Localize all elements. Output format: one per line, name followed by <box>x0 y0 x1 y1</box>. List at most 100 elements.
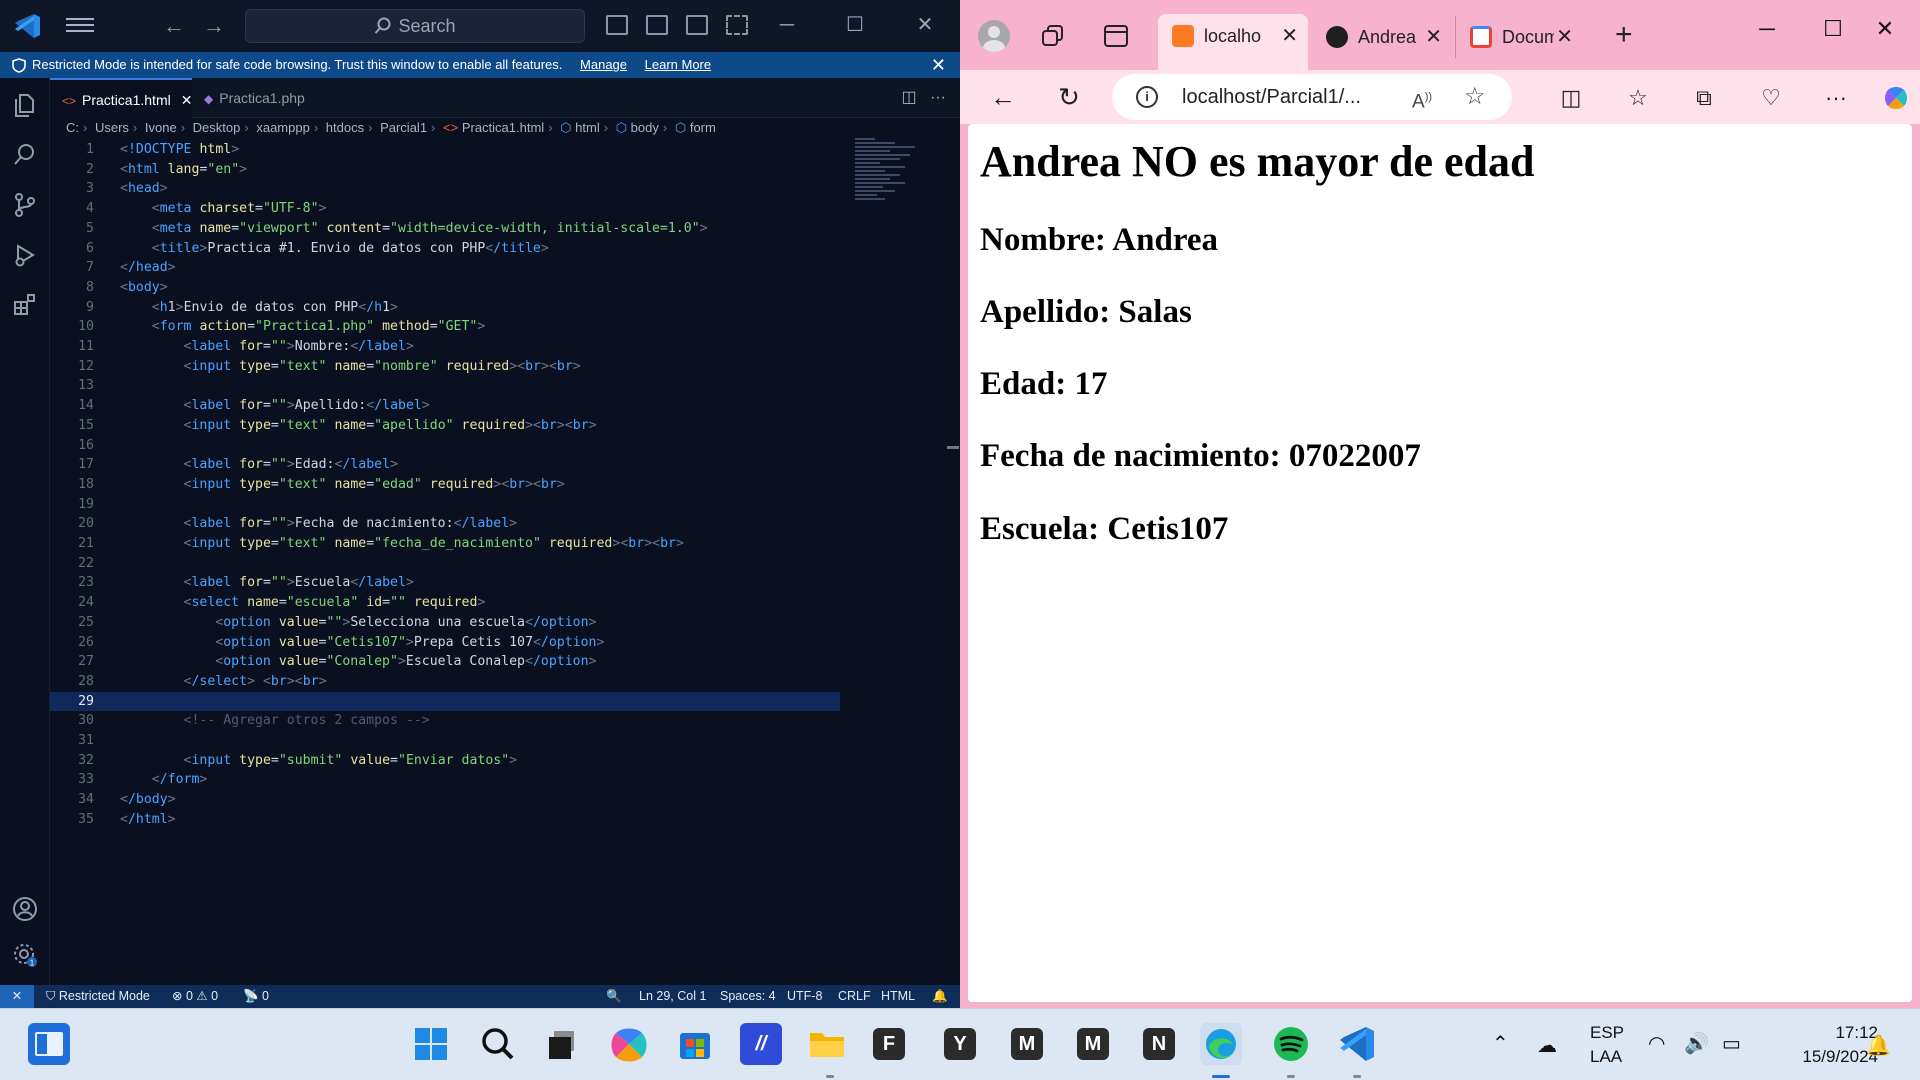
minimize-icon[interactable]: ─ <box>772 10 802 40</box>
maximize-icon[interactable]: ☐ <box>1813 16 1853 42</box>
code-line[interactable]: 29 <box>50 691 840 712</box>
start-windows-icon[interactable] <box>410 1023 452 1065</box>
minimap[interactable] <box>855 138 935 208</box>
learn-more-link[interactable]: Learn More <box>645 57 711 72</box>
settings-gear-icon[interactable]: 1 <box>12 942 38 968</box>
close-tab-icon[interactable]: ✕ <box>1281 14 1298 58</box>
language-indicator-top[interactable]: ESP <box>1590 1023 1624 1043</box>
code-line[interactable]: 31 <box>50 731 850 751</box>
browser-tab-localhost[interactable]: localhost ✕ <box>1158 14 1308 70</box>
clock-date[interactable]: 15/9/2024 <box>1766 1047 1878 1067</box>
favorites-icon[interactable]: ☆ <box>1624 84 1652 112</box>
code-line[interactable]: 23 <label for="">Escuela</label> <box>50 573 850 593</box>
ports-status[interactable]: 📡 0 <box>243 985 269 1008</box>
encoding-status[interactable]: UTF-8 <box>787 985 822 1008</box>
forward-arrow-icon[interactable]: → <box>200 12 228 40</box>
code-line[interactable]: 6 <title>Practica #1. Envio de datos con… <box>50 239 850 259</box>
code-line[interactable]: 4 <meta charset="UTF-8"> <box>50 199 850 219</box>
customize-layout-icon[interactable] <box>726 15 748 35</box>
code-line[interactable]: 2 <html lang="en"> <box>50 160 850 180</box>
breadcrumb-item[interactable]: xaamppp <box>256 120 309 135</box>
code-line[interactable]: 24 <select name="escuela" id="" required… <box>50 593 850 613</box>
collections-icon[interactable]: ⧉ <box>1690 84 1718 112</box>
code-line[interactable]: 34 </body> <box>50 790 850 810</box>
address-bar[interactable]: i localhost/Parcial1/... A)) ☆ <box>1112 74 1512 120</box>
code-line[interactable]: 19 <box>50 495 850 515</box>
code-line[interactable]: 28 </select> <br><br> <box>50 672 850 692</box>
tab-practica1-html[interactable]: <> Practica1.html ✕ <box>50 78 192 118</box>
code-line[interactable]: 8 <body> <box>50 278 850 298</box>
code-line[interactable]: 12 <input type="text" name="nombre" requ… <box>50 357 850 377</box>
code-line[interactable]: 21 <input type="text" name="fecha_de_nac… <box>50 534 850 554</box>
zoom-icon[interactable]: 🔍 <box>606 985 622 1008</box>
onedrive-icon[interactable]: ☁ <box>1537 1033 1557 1058</box>
breadcrumb-item[interactable]: htdocs <box>326 120 364 135</box>
extensions-icon[interactable] <box>12 292 38 318</box>
problems-status[interactable]: ⊗ 0 ⚠ 0 <box>172 985 218 1008</box>
code-line[interactable]: 1 <!DOCTYPE html> <box>50 140 850 160</box>
command-search-input[interactable]: Search <box>245 9 585 43</box>
code-line[interactable]: 13 <box>50 376 850 396</box>
app-n-icon[interactable]: N <box>1143 1028 1175 1060</box>
code-line[interactable]: 26 <option value="Cetis107">Prepa Cetis … <box>50 633 850 653</box>
app-m-icon[interactable]: M <box>1011 1028 1043 1060</box>
toggle-sidebar-icon[interactable] <box>606 15 628 35</box>
code-line[interactable]: 33 </form> <box>50 770 850 790</box>
source-control-icon[interactable] <box>12 192 38 218</box>
site-info-icon[interactable]: i <box>1136 86 1158 108</box>
code-line[interactable]: 17 <label for="">Edad:</label> <box>50 455 850 475</box>
favorite-star-icon[interactable]: ☆ <box>1464 74 1486 120</box>
code-line[interactable]: 27 <option value="Conalep">Escuela Conal… <box>50 652 850 672</box>
back-icon[interactable]: ← <box>988 82 1018 112</box>
copilot-icon[interactable] <box>1882 84 1910 112</box>
volume-icon[interactable]: 🔊 <box>1684 1031 1709 1056</box>
split-editor-icon[interactable]: ◫ <box>902 89 917 106</box>
file-explorer-icon[interactable] <box>806 1023 848 1065</box>
breadcrumb-item[interactable]: body <box>631 120 659 135</box>
breadcrumb-item[interactable]: C: <box>66 120 79 135</box>
restricted-mode-status[interactable]: ⛉ Restricted Mode <box>46 985 150 1008</box>
breadcrumb-item[interactable]: html <box>575 120 600 135</box>
task-view-icon[interactable] <box>541 1023 583 1065</box>
close-banner-icon[interactable]: ✕ <box>931 52 946 78</box>
scrollbar-marker[interactable] <box>947 446 959 449</box>
breadcrumb-item[interactable]: Desktop <box>193 120 241 135</box>
code-line[interactable]: 7 </head> <box>50 258 850 278</box>
breadcrumb-item[interactable]: Practica1.html <box>462 120 544 135</box>
code-line[interactable]: 3 <head> <box>50 179 850 199</box>
widgets-icon[interactable] <box>28 1023 70 1065</box>
breadcrumb-item[interactable]: Ivone <box>145 120 177 135</box>
maximize-icon[interactable]: ☐ <box>840 10 870 40</box>
code-line[interactable]: 15 <input type="text" name="apellido" re… <box>50 416 850 436</box>
photo-editor-icon[interactable]: // <box>740 1023 782 1065</box>
remote-icon[interactable]: ✕ <box>0 985 34 1008</box>
vertical-tabs-icon[interactable] <box>1103 24 1129 48</box>
code-editor[interactable]: 1 <!DOCTYPE html> 2 <html lang="en"> 3 <head>… <box>50 138 960 988</box>
breadcrumb-item[interactable]: form <box>690 120 716 135</box>
run-debug-icon[interactable] <box>12 242 38 268</box>
copilot-app-icon[interactable] <box>608 1023 650 1065</box>
app-f-icon[interactable]: F <box>873 1028 905 1060</box>
explorer-icon[interactable] <box>12 92 38 118</box>
minimize-icon[interactable]: ─ <box>1747 16 1787 42</box>
address-url[interactable]: localhost/Parcial1/... <box>1182 74 1361 120</box>
eol-status[interactable]: CRLF <box>838 985 871 1008</box>
code-line[interactable]: 35 </html> <box>50 810 850 830</box>
code-line[interactable]: 16 <box>50 436 850 456</box>
notifications-bell-icon[interactable]: 🔔 <box>1866 1033 1891 1058</box>
toggle-secondary-sidebar-icon[interactable] <box>686 15 708 35</box>
bell-icon[interactable]: 🔔 <box>932 985 948 1008</box>
spotify-icon[interactable] <box>1270 1023 1312 1065</box>
tab-practica1-php[interactable]: ◆ Practica1.php <box>192 78 342 118</box>
browser-essentials-icon[interactable]: ♡ <box>1757 84 1785 112</box>
wifi-icon[interactable]: ◠ <box>1648 1031 1665 1056</box>
cursor-position[interactable]: Ln 29, Col 1 <box>639 985 706 1008</box>
new-tab-icon[interactable]: + <box>1615 20 1633 50</box>
edge-browser-icon[interactable] <box>1200 1023 1242 1065</box>
close-window-icon[interactable]: ✕ <box>910 10 940 40</box>
browser-tab-github[interactable]: Andrea ✕ <box>1312 16 1452 58</box>
code-line[interactable]: 11 <label for="">Nombre:</label> <box>50 337 850 357</box>
language-status[interactable]: HTML <box>881 985 915 1008</box>
language-indicator-bottom[interactable]: LAA <box>1590 1047 1622 1067</box>
read-aloud-icon[interactable]: A)) <box>1412 74 1432 125</box>
